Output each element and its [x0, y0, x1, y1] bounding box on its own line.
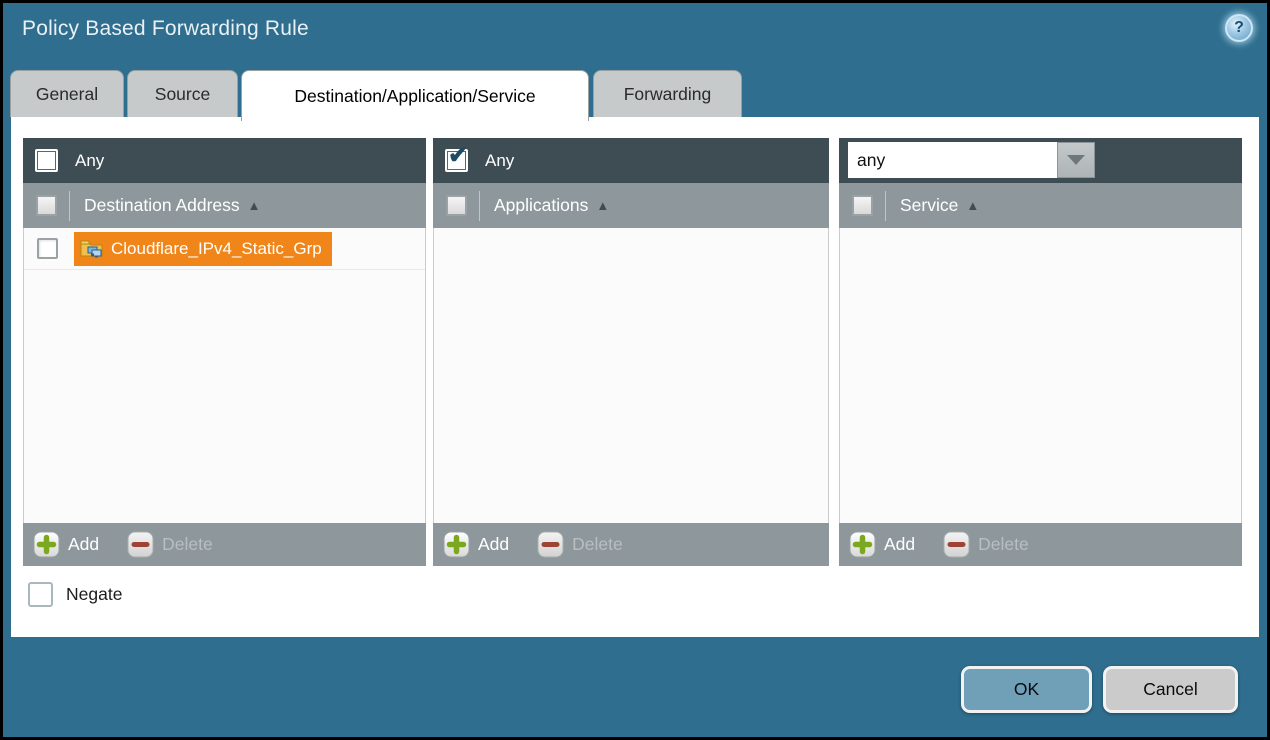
service-footer: Add Delete: [839, 523, 1242, 566]
service-mode-dropdown: [848, 142, 1095, 178]
sort-ascending-icon[interactable]: ▲: [596, 198, 609, 213]
add-plus-icon: [443, 531, 470, 558]
applications-column-header: Applications ▲: [433, 183, 829, 228]
destination-header-label[interactable]: Destination Address: [84, 195, 240, 216]
negate-option: Negate: [28, 582, 122, 607]
cancel-button[interactable]: Cancel: [1103, 666, 1238, 713]
destination-row-checkbox[interactable]: [37, 238, 58, 259]
service-delete-label: Delete: [978, 534, 1029, 555]
destination-any-header: Any: [23, 138, 426, 183]
service-selectall-checkbox[interactable]: [852, 195, 873, 216]
destination-add-label: Add: [68, 534, 99, 555]
address-group-name: Cloudflare_IPv4_Static_Grp: [111, 239, 322, 259]
service-header-label[interactable]: Service: [900, 195, 958, 216]
dialog-title: Policy Based Forwarding Rule: [22, 17, 309, 41]
service-column-header: Service ▲: [839, 183, 1242, 228]
tab-source-label: Source: [155, 84, 210, 105]
sort-ascending-icon[interactable]: ▲: [966, 198, 979, 213]
delete-minus-icon: [127, 531, 154, 558]
applications-any-label: Any: [485, 151, 514, 171]
delete-minus-icon: [537, 531, 564, 558]
cancel-button-label: Cancel: [1143, 679, 1197, 700]
service-delete-button[interactable]: Delete: [943, 531, 1029, 558]
destination-selectall-checkbox[interactable]: [36, 195, 57, 216]
applications-column: ✔ Any Applications ▲ Ad: [433, 138, 829, 566]
selected-address-group-chip[interactable]: Cloudflare_IPv4_Static_Grp: [74, 232, 332, 266]
address-group-icon: [80, 239, 104, 258]
destination-delete-label: Delete: [162, 534, 213, 555]
destination-address-column: Any Destination Address ▲: [23, 138, 426, 566]
ok-button-label: OK: [1014, 679, 1039, 700]
tab-forwarding-label: Forwarding: [624, 84, 712, 105]
destination-any-checkbox[interactable]: [35, 149, 58, 172]
service-column: Service ▲ Add: [839, 138, 1242, 566]
tab-general-label: General: [36, 84, 98, 105]
applications-delete-label: Delete: [572, 534, 623, 555]
destination-delete-button[interactable]: Delete: [127, 531, 213, 558]
applications-header-label[interactable]: Applications: [494, 195, 588, 216]
applications-add-button[interactable]: Add: [443, 531, 509, 558]
negate-checkbox[interactable]: [28, 582, 53, 607]
service-add-button[interactable]: Add: [849, 531, 915, 558]
applications-selectall-checkbox[interactable]: [446, 195, 467, 216]
tab-dest-label: Destination/Application/Service: [294, 86, 535, 107]
destination-footer: Add Delete: [23, 523, 426, 566]
destination-row-cloudflare[interactable]: Cloudflare_IPv4_Static_Grp: [24, 228, 425, 270]
tab-destination-application-service[interactable]: Destination/Application/Service: [241, 70, 589, 121]
service-any-header: [839, 138, 1242, 183]
add-plus-icon: [33, 531, 60, 558]
add-plus-icon: [849, 531, 876, 558]
help-question-glyph: ?: [1234, 19, 1244, 37]
tab-forwarding[interactable]: Forwarding: [593, 70, 742, 117]
service-mode-input[interactable]: [848, 142, 1057, 178]
service-list: [839, 228, 1242, 523]
applications-any-header: ✔ Any: [433, 138, 829, 183]
delete-minus-icon: [943, 531, 970, 558]
tab-general[interactable]: General: [10, 70, 124, 117]
destination-add-button[interactable]: Add: [33, 531, 99, 558]
destination-column-header: Destination Address ▲: [23, 183, 426, 228]
destination-any-label: Any: [75, 151, 104, 171]
chevron-down-icon: [1067, 155, 1085, 165]
ok-button[interactable]: OK: [961, 666, 1092, 713]
tab-source[interactable]: Source: [127, 70, 238, 117]
applications-add-label: Add: [478, 534, 509, 555]
pbf-rule-dialog: Policy Based Forwarding Rule ? General S…: [0, 0, 1270, 740]
destination-list: Cloudflare_IPv4_Static_Grp: [23, 228, 426, 523]
checkbox-check-icon: ✔: [448, 144, 468, 168]
negate-label: Negate: [66, 584, 122, 605]
service-dropdown-button[interactable]: [1057, 142, 1095, 178]
service-add-label: Add: [884, 534, 915, 555]
applications-delete-button[interactable]: Delete: [537, 531, 623, 558]
applications-footer: Add Delete: [433, 523, 829, 566]
sort-ascending-icon[interactable]: ▲: [248, 198, 261, 213]
tab-content-panel: Any Destination Address ▲: [11, 117, 1259, 637]
applications-list: [433, 228, 829, 523]
help-icon[interactable]: ?: [1225, 14, 1253, 42]
applications-any-checkbox[interactable]: ✔: [445, 149, 468, 172]
